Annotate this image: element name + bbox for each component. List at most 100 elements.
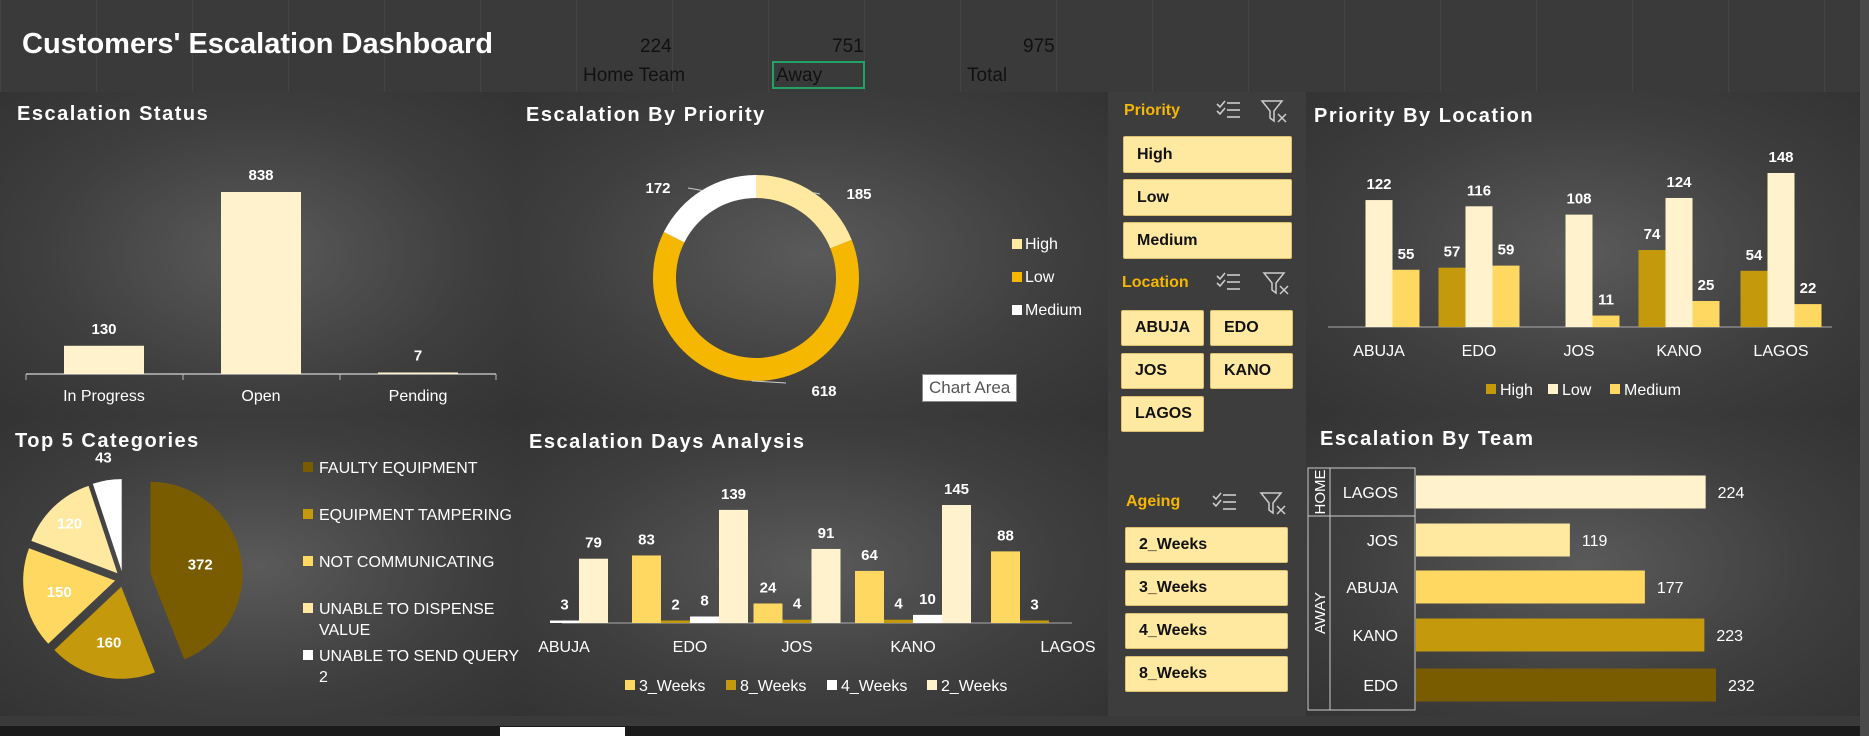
- days-data-label: 3: [1030, 597, 1038, 614]
- location-bar: [1740, 270, 1768, 327]
- location-slicer-item-kano[interactable]: KANO: [1210, 353, 1293, 389]
- clear-filter-icon[interactable]: [1262, 270, 1290, 296]
- priority-legend-label: Medium: [1025, 302, 1082, 319]
- days-data-label: 4: [894, 596, 903, 613]
- priority-slicer-title: Priority: [1124, 102, 1181, 119]
- days-bar: [942, 505, 971, 623]
- days-legend-swatch: [726, 680, 736, 690]
- days-legend-label: 4_Weeks: [841, 678, 907, 695]
- priority-legend-swatch: [1012, 305, 1022, 315]
- team-data-label: 177: [1657, 580, 1684, 597]
- charts-canvas: 130In Progress838Open7Pending185618172Hi…: [23, 149, 1832, 711]
- location-category-label: ABUJA: [1353, 343, 1405, 360]
- team-category-label: JOS: [1367, 533, 1398, 550]
- priority-slicer-item-low[interactable]: Low: [1123, 179, 1292, 216]
- priority-slice: [663, 175, 756, 243]
- team-bar: [1416, 475, 1706, 509]
- location-bar: [1438, 267, 1466, 327]
- status-bar: [64, 345, 144, 374]
- ageing-slicer-item-8_weeks[interactable]: 8_Weeks: [1125, 656, 1288, 692]
- days-data-label: 145: [944, 481, 969, 498]
- location-bar: [1692, 300, 1720, 327]
- days-bar: [782, 619, 812, 623]
- location-legend-label: Low: [1562, 382, 1592, 399]
- days-legend-label: 8_Weeks: [740, 678, 806, 695]
- ageing-slicer-item-4_weeks[interactable]: 4_Weeks: [1125, 613, 1288, 649]
- location-bar: [1665, 197, 1693, 327]
- category-legend-label: VALUE: [319, 622, 370, 639]
- location-bar: [1465, 206, 1493, 327]
- location-slicer-item-abuja[interactable]: ABUJA: [1121, 310, 1204, 346]
- priority-slice: [756, 175, 852, 249]
- location-data-label: 59: [1498, 242, 1515, 259]
- days-category-label: EDO: [673, 639, 708, 656]
- priority-slice: [652, 232, 859, 382]
- days-legend-swatch: [625, 680, 635, 690]
- days-data-label: 83: [638, 531, 655, 548]
- priority-slicer-item-medium[interactable]: Medium: [1123, 222, 1292, 259]
- location-slicer-item-jos[interactable]: JOS: [1121, 353, 1204, 389]
- status-category-label: Pending: [389, 388, 448, 405]
- bottom-scrollbar[interactable]: [0, 726, 1860, 736]
- scroll-thumb[interactable]: [500, 727, 625, 736]
- multi-select-icon[interactable]: [1215, 270, 1241, 294]
- location-category-label: JOS: [1563, 343, 1594, 360]
- category-legend-label: NOT COMMUNICATING: [319, 554, 494, 571]
- days-legend-swatch: [927, 680, 937, 690]
- chart-area-tooltip: Chart Area: [922, 374, 1018, 402]
- category-legend-label: 2: [319, 669, 328, 686]
- days-data-label: 79: [585, 535, 602, 552]
- days-data-label: 139: [721, 486, 746, 503]
- location-bar: [1492, 265, 1520, 327]
- days-data-label: 64: [861, 547, 878, 564]
- location-legend-swatch: [1548, 384, 1558, 394]
- team-data-label: 119: [1582, 533, 1608, 550]
- location-data-label: 25: [1698, 277, 1715, 294]
- location-legend-swatch: [1486, 384, 1496, 394]
- days-bar: [661, 620, 690, 623]
- ageing-slicer-item-3_weeks[interactable]: 3_Weeks: [1125, 570, 1288, 606]
- priority-legend-label: Low: [1025, 269, 1055, 286]
- priority-data-label: 172: [645, 180, 670, 197]
- days-category-label: JOS: [781, 639, 812, 656]
- location-data-label: 11: [1598, 292, 1614, 309]
- category-legend-swatch: [303, 509, 313, 519]
- status-category-label: Open: [241, 388, 280, 405]
- clear-filter-icon[interactable]: [1260, 98, 1288, 124]
- category-data-label: 120: [57, 516, 82, 533]
- days-data-label: 88: [997, 527, 1014, 544]
- category-data-label: 372: [188, 556, 213, 573]
- multi-select-icon[interactable]: [1211, 490, 1237, 514]
- days-data-label: 3: [560, 597, 568, 614]
- days-bar: [855, 570, 884, 623]
- team-group-label: HOME: [1312, 470, 1329, 515]
- days-bar: [632, 555, 661, 623]
- location-data-label: 55: [1398, 246, 1415, 263]
- days-legend-label: 2_Weeks: [941, 678, 1007, 695]
- multi-select-icon[interactable]: [1215, 98, 1241, 122]
- location-bar: [1767, 173, 1795, 327]
- team-data-label: 223: [1716, 628, 1743, 645]
- team-data-label: 232: [1728, 678, 1755, 695]
- status-data-label: 130: [91, 321, 116, 338]
- priority-leader-line: [687, 187, 702, 191]
- location-data-label: 122: [1366, 176, 1391, 193]
- category-legend-swatch: [303, 603, 313, 613]
- status-data-label: 7: [414, 347, 422, 364]
- days-data-label: 2: [671, 597, 679, 614]
- team-bar: [1416, 668, 1716, 702]
- priority-data-label: 618: [811, 383, 836, 400]
- status-bar: [378, 372, 458, 374]
- clear-filter-icon[interactable]: [1259, 490, 1287, 516]
- location-bar: [1565, 214, 1593, 327]
- location-bar: [1365, 200, 1393, 327]
- location-slicer-title: Location: [1122, 274, 1189, 291]
- location-data-label: 74: [1644, 226, 1661, 243]
- location-slicer-item-edo[interactable]: EDO: [1210, 310, 1293, 346]
- priority-slicer-item-high[interactable]: High: [1123, 136, 1292, 173]
- days-category-label: LAGOS: [1040, 639, 1095, 656]
- location-bar: [1638, 250, 1666, 327]
- location-slicer-item-lagos[interactable]: LAGOS: [1121, 396, 1204, 432]
- days-bar: [811, 548, 841, 623]
- ageing-slicer-item-2_weeks[interactable]: 2_Weeks: [1125, 527, 1288, 563]
